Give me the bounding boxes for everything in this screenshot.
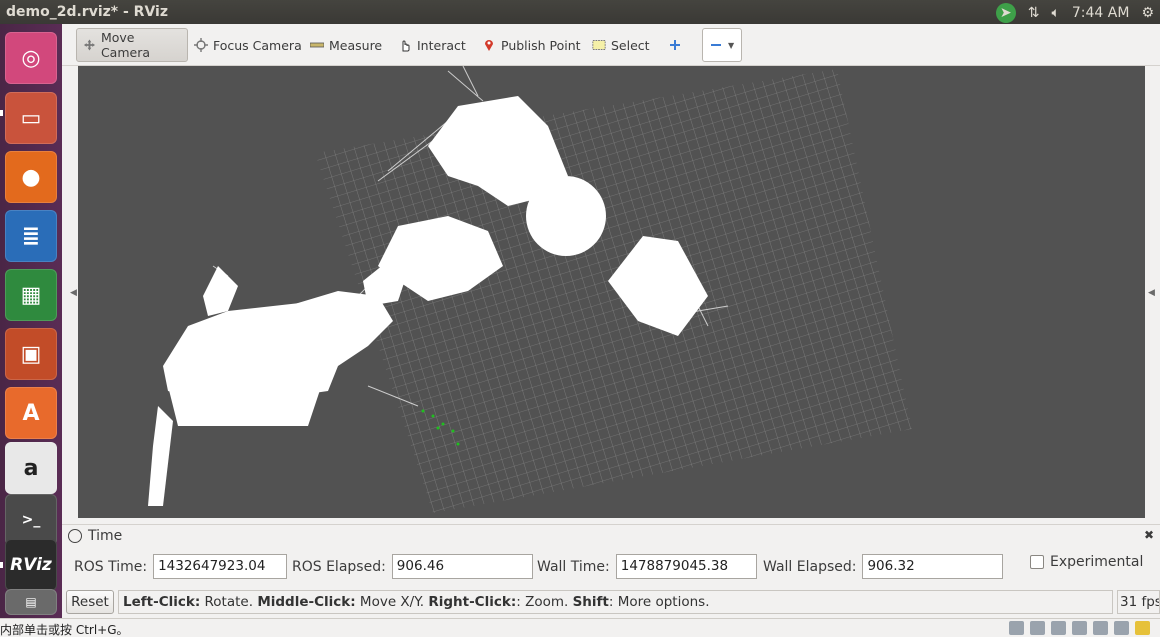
close-icon[interactable]: ✖ [1144,528,1154,542]
ime-hint-text: 内部单击或按 Ctrl+G。 [0,623,129,637]
hint-move: Move X/Y. [355,594,429,610]
map-pin-icon [485,40,493,51]
render-panel: ◀ ◀ [62,66,1160,521]
publish-point-tool[interactable]: Publish Point [476,28,587,62]
printer-icon[interactable] [1072,621,1087,635]
ros-time-value[interactable]: 1432647923.04 [153,554,288,579]
calc-icon[interactable]: ▦ [5,269,57,321]
3d-viewport[interactable] [78,66,1145,518]
files-icon[interactable]: ▭ [5,92,57,144]
network-adapter-icon[interactable] [1051,621,1066,635]
usb-icon[interactable] [1093,621,1108,635]
minus-icon [711,44,721,46]
hint-right-click: Right-Click: [428,594,517,610]
hint-rotate: Rotate. [200,594,258,610]
amazon-icon[interactable]: a [5,442,57,494]
select-label: Select [611,37,650,53]
hint-more: : More options. [608,594,710,610]
hint-shift: Shift [572,594,609,610]
window-title: demo_2d.rviz* - RViz [6,4,168,20]
chevron-down-icon: ▼ [728,40,735,50]
ime-tray [1009,621,1150,635]
system-tray: ➤ ⇅ 🔈︎ 7:44 AM ⚙ [995,3,1154,23]
checkbox[interactable] [1030,555,1044,569]
display-icon[interactable] [1114,621,1129,635]
plus-icon [670,40,680,50]
ros-time-label: ROS Time: [74,558,148,575]
time-panel-header: Time [68,528,122,544]
disc-icon[interactable] [1030,621,1045,635]
help-hint: Left-Click: Rotate. Middle-Click: Move X… [118,590,1113,614]
experimental-label: Experimental [1050,554,1144,570]
running-indicator [0,562,3,568]
move-camera-icon [83,39,96,51]
select-tool[interactable]: Select [586,28,656,62]
selection-box-icon [592,40,606,50]
top-panel: demo_2d.rviz* - RViz ➤ ⇅ 🔈︎ 7:44 AM ⚙ [0,0,1160,24]
ubuntu-dash-icon[interactable]: ◎ [5,32,57,84]
remove-tool-button[interactable]: ▼ [702,28,742,62]
status-row: Reset Left-Click: Rotate. Middle-Click: … [62,588,1160,616]
reset-button[interactable]: Reset [66,590,114,614]
clock[interactable]: 7:44 AM [1072,5,1130,21]
move-camera-label: Move Camera [100,30,151,60]
wall-time-label: Wall Time: [537,558,610,575]
rviz-icon[interactable]: RViz [5,539,57,591]
experimental-checkbox[interactable]: Experimental [1030,554,1143,570]
hint-left-click: Left-Click: [123,594,201,610]
hand-pointer-icon [402,40,410,52]
ros-elapsed-field: ROS Elapsed: 906.46 [292,554,533,579]
move-camera-tool[interactable]: Move Camera [76,28,188,62]
ruler-icon [310,42,324,48]
volume-icon[interactable]: 🔈︎ [1051,5,1059,21]
impress-icon[interactable]: ▣ [5,328,57,380]
keyboard-icon[interactable] [1009,621,1024,635]
wall-time-field: Wall Time: 1478879045.38 [537,554,757,579]
add-tool-button[interactable] [662,28,688,62]
hint-middle-click: Middle-Click: [257,594,356,610]
map-render [148,66,912,513]
measure-label: Measure [329,37,383,53]
grid-plane [315,69,912,513]
collapse-left-arrow-icon[interactable]: ◀ [70,288,77,298]
gear-icon[interactable]: ⚙ [1141,5,1154,21]
hint-zoom: : Zoom. [516,594,573,610]
writer-icon[interactable]: ≣ [5,210,57,262]
interact-tool[interactable]: Interact [392,28,472,62]
telegram-icon[interactable]: ➤ [995,3,1016,23]
clock-icon [68,529,82,543]
wall-elapsed-label: Wall Elapsed: [763,558,857,575]
publish-point-label: Publish Point [501,37,581,53]
software-center-icon[interactable]: A [5,387,57,439]
measure-tool[interactable]: Measure [304,28,388,62]
focus-camera-tool[interactable]: Focus Camera [188,28,308,62]
running-indicator [0,110,3,116]
wall-elapsed-field: Wall Elapsed: 906.32 [763,554,1004,579]
network-icon[interactable]: ⇅ [1028,5,1040,21]
note-icon[interactable] [1135,621,1150,635]
fps-counter: 31 fps [1117,590,1160,614]
wall-time-value[interactable]: 1478879045.38 [615,554,757,579]
focus-camera-label: Focus Camera [213,37,302,53]
launcher: ◎ ▭ ● ≣ ▦ ▣ A a >_ RViz ▤ [0,24,62,637]
ros-elapsed-label: ROS Elapsed: [292,558,386,575]
collapse-right-arrow-icon[interactable]: ◀ [1148,288,1155,298]
rviz-toolbar: Move Camera Focus Camera Measure Interac… [62,24,1160,66]
ime-status-bar: 内部单击或按 Ctrl+G。 [0,618,1160,637]
time-panel: Time ✖ ROS Time: 1432647923.04 ROS Elaps… [62,524,1160,588]
ros-elapsed-value[interactable]: 906.46 [391,554,533,579]
ros-time-field: ROS Time: 1432647923.04 [74,554,288,579]
trash-icon[interactable]: ▤ [5,589,57,615]
interact-label: Interact [417,37,466,53]
firefox-icon[interactable]: ● [5,151,57,203]
wall-elapsed-value[interactable]: 906.32 [862,554,1004,579]
focus-camera-icon [194,38,208,52]
time-panel-title: Time [88,528,123,544]
